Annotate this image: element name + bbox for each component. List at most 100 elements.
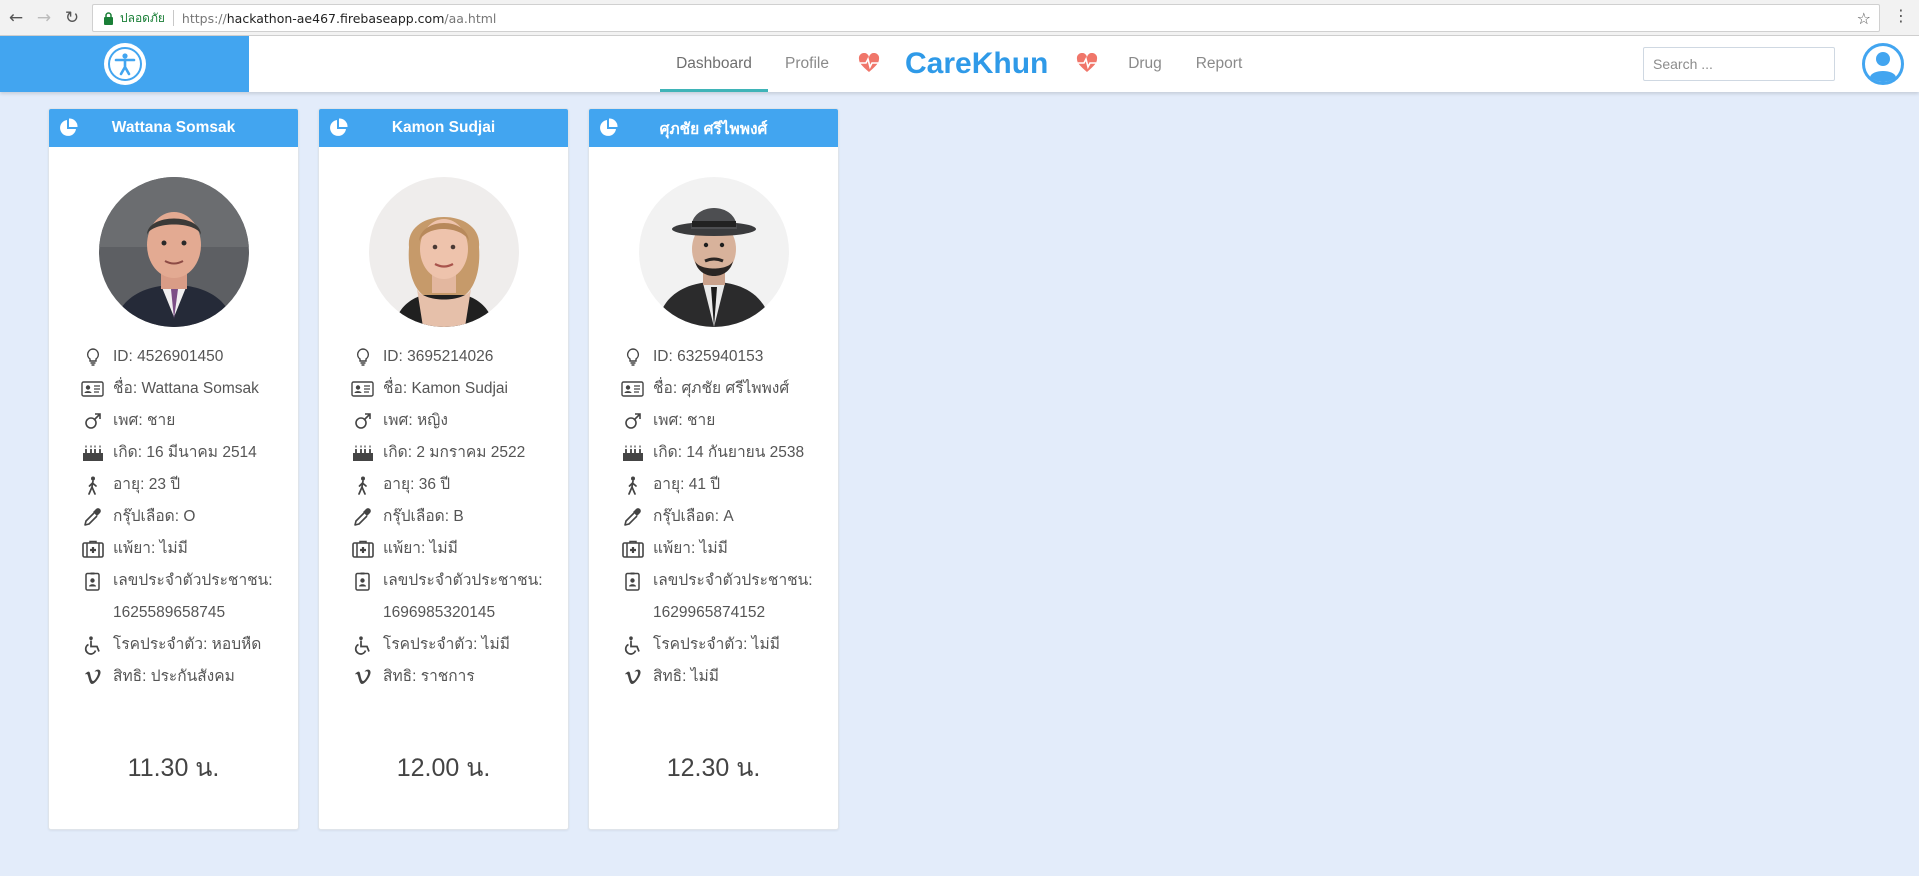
row-drug-allergy-text: แพ้ยา: ไม่มี <box>113 540 188 557</box>
pie-chart-icon[interactable] <box>328 118 348 138</box>
row-medical-right-text: สิทธิ: ประกันสังคม <box>113 668 235 685</box>
id-card-icon <box>621 373 644 405</box>
male-icon <box>621 405 644 437</box>
row-name: ชื่อ: Kamon Sudjai <box>351 373 566 405</box>
row-sex-text: เพศ: หญิง <box>383 412 448 429</box>
medkit-icon <box>351 533 374 565</box>
walking-person-icon <box>351 469 374 501</box>
pie-chart-icon[interactable] <box>598 118 618 138</box>
appointment-time: 12.00 น. <box>396 754 491 782</box>
row-citizen-id: เลขประจำตัวประชาชน: 1696985320145 <box>351 565 566 629</box>
row-medical-right-text: สิทธิ: ไม่มี <box>653 668 719 685</box>
row-age: อายุ: 23 ปี <box>81 469 296 501</box>
row-citizen-id: เลขประจำตัวประชาชน: 1629965874152 <box>621 565 836 629</box>
id-badge-icon <box>81 565 104 597</box>
nav-report[interactable]: Report <box>1194 36 1244 92</box>
row-birthdate-text: เกิด: 16 มีนาคม 2514 <box>113 444 257 461</box>
patient-info: ID: 3695214026 ชื่อ: Kamon Sudjai เพศ: หญิ… <box>351 341 566 693</box>
reload-icon[interactable]: ↻ <box>60 6 84 30</box>
row-age: อายุ: 36 ปี <box>351 469 566 501</box>
row-medical-right-text: สิทธิ: ราชการ <box>383 668 475 685</box>
row-id-text: ID: 4526901450 <box>113 348 224 365</box>
patient-card[interactable]: ศุภชัย ศรีไพพงศ์ ID: 6325940153 ชื่อ: ศุภช… <box>588 108 839 830</box>
row-blood-group: กรุ๊ปเลือด: A <box>621 501 836 533</box>
row-name: ชื่อ: ศุภชัย ศรีไพพงศ์ <box>621 373 836 405</box>
app-logo[interactable]: CareKhun <box>905 36 1048 92</box>
vimeo-icon <box>621 661 644 693</box>
medkit-icon <box>621 533 644 565</box>
row-medical-right: สิทธิ: ประกันสังคม <box>81 661 296 693</box>
nav-drug[interactable]: Drug <box>1126 36 1164 92</box>
citizen-id-number: 1629965874152 <box>653 604 766 621</box>
row-birthdate-text: เกิด: 14 กันยายน 2538 <box>653 444 805 461</box>
row-sex: เพศ: ชาย <box>81 405 296 437</box>
bookmark-star-icon[interactable]: ☆ <box>1857 9 1871 28</box>
browser-toolbar: ← → ↻ ปลอดภัย https://hackathon-ae467.fi… <box>0 0 1919 36</box>
back-arrow-icon[interactable]: ← <box>4 6 28 30</box>
row-drug-allergy-text: แพ้ยา: ไม่มี <box>383 540 458 557</box>
appointment-time: 11.30 น. <box>127 754 220 782</box>
row-chronic-disease-text: โรคประจำตัว: ไม่มี <box>653 636 780 653</box>
forward-arrow-icon[interactable]: → <box>32 6 56 30</box>
wheelchair-icon <box>81 629 104 661</box>
row-id: ID: 6325940153 <box>621 341 836 373</box>
walking-person-icon <box>621 469 644 501</box>
row-blood-group-text: กรุ๊ปเลือด: O <box>113 508 196 525</box>
row-drug-allergy-text: แพ้ยา: ไม่มี <box>653 540 728 557</box>
row-birthdate-text: เกิด: 2 มกราคม 2522 <box>383 444 526 461</box>
heart-pulse-icon <box>858 53 880 72</box>
patient-photo <box>369 177 519 327</box>
patient-card[interactable]: Wattana Somsak ID: 4526901450 ชื่อ: Wattan… <box>48 108 299 830</box>
row-drug-allergy: แพ้ยา: ไม่มี <box>351 533 566 565</box>
row-age-text: อายุ: 36 ปี <box>383 476 451 493</box>
birthday-cake-icon <box>621 437 644 469</box>
wheelchair-icon <box>351 629 374 661</box>
nav-dashboard[interactable]: Dashboard <box>660 36 768 92</box>
card-header: Wattana Somsak <box>49 109 298 147</box>
heart-pulse-icon <box>1076 53 1098 72</box>
row-chronic-disease: โรคประจำตัว: ไม่มี <box>621 629 836 661</box>
nav-profile[interactable]: Profile <box>783 36 831 92</box>
walking-person-icon <box>81 469 104 501</box>
patient-photo <box>99 177 249 327</box>
row-sex-text: เพศ: ชาย <box>113 412 176 429</box>
row-chronic-disease: โรคประจำตัว: ไม่มี <box>351 629 566 661</box>
birthday-cake-icon <box>81 437 104 469</box>
row-chronic-disease-text: โรคประจำตัว: หอบหืด <box>113 636 262 653</box>
id-badge-icon <box>621 565 644 597</box>
row-chronic-disease-text: โรคประจำตัว: ไม่มี <box>383 636 510 653</box>
citizen-id-number: 1696985320145 <box>383 604 496 621</box>
user-avatar-icon[interactable] <box>1862 43 1904 85</box>
lightbulb-icon <box>351 341 374 373</box>
row-age-text: อายุ: 23 ปี <box>113 476 181 493</box>
citizen-id-label: เลขประจำตัวประชาชน: <box>653 572 813 589</box>
row-drug-allergy: แพ้ยา: ไม่มี <box>621 533 836 565</box>
row-medical-right: สิทธิ: ไม่มี <box>621 661 836 693</box>
address-divider <box>172 10 174 26</box>
row-citizen-id: เลขประจำตัวประชาชน: 1625589658745 <box>81 565 296 629</box>
row-birthdate: เกิด: 14 กันยายน 2538 <box>621 437 836 469</box>
lightbulb-icon <box>81 341 104 373</box>
accessibility-icon <box>103 43 146 85</box>
row-birthdate: เกิด: 2 มกราคม 2522 <box>351 437 566 469</box>
brand-block[interactable] <box>0 36 249 92</box>
card-title: ศุภชัย ศรีไพพงศ์ <box>659 120 768 138</box>
wheelchair-icon <box>621 629 644 661</box>
row-blood-group-text: กรุ๊ปเลือด: A <box>653 508 734 525</box>
card-title: Kamon Sudjai <box>391 119 496 136</box>
row-sex: เพศ: ชาย <box>621 405 836 437</box>
lightbulb-icon <box>621 341 644 373</box>
id-card-icon <box>351 373 374 405</box>
pie-chart-icon[interactable] <box>58 118 78 138</box>
vimeo-icon <box>351 661 374 693</box>
patient-card[interactable]: Kamon Sudjai ID: 3695214026 ชื่อ: Kamon Su… <box>318 108 569 830</box>
address-bar[interactable]: ปลอดภัย https://hackathon-ae467.firebase… <box>92 4 1880 32</box>
url-text: https://hackathon-ae467.firebaseapp.com/… <box>181 10 497 26</box>
row-age-text: อายุ: 41 ปี <box>653 476 721 493</box>
browser-menu-icon[interactable]: ⋮ <box>1893 8 1909 24</box>
male-icon <box>351 405 374 437</box>
app-header: Dashboard Profile CareKhun Drug Report <box>0 36 1919 92</box>
birthday-cake-icon <box>351 437 374 469</box>
patient-info: ID: 4526901450 ชื่อ: Wattana Somsak เพศ: ช… <box>81 341 296 693</box>
search-input[interactable] <box>1643 47 1835 81</box>
